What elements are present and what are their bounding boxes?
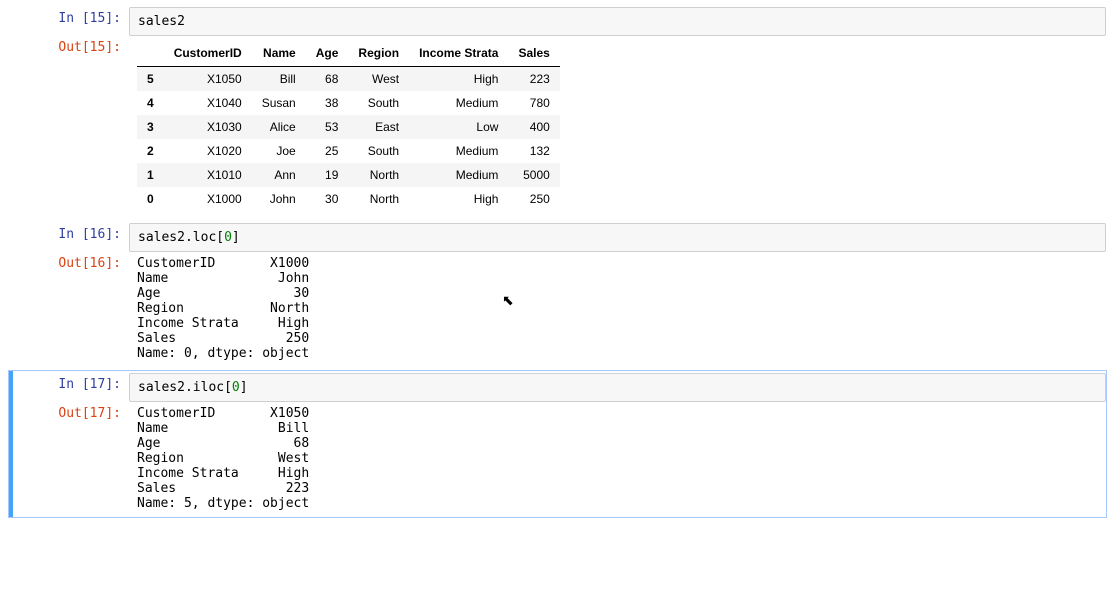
cell: South (348, 91, 409, 115)
cell: 25 (306, 139, 349, 163)
output-row: Out[17]: CustomerID X1050 Name Bill Age … (9, 402, 1106, 515)
cell: X1020 (164, 139, 252, 163)
cell: South (348, 139, 409, 163)
code-text: sales2 (138, 14, 185, 29)
cell: 38 (306, 91, 349, 115)
input-row: In [16]: sales2.loc[0] (9, 223, 1106, 252)
in-prompt: In [17]: (9, 373, 129, 396)
cell: 30 (306, 187, 349, 211)
table-row: 3 X1030 Alice 53 East Low 400 (137, 115, 560, 139)
out-prompt: Out[16]: (9, 252, 129, 275)
cell: X1000 (164, 187, 252, 211)
cell: 53 (306, 115, 349, 139)
code-input[interactable]: sales2.loc[0] (129, 223, 1106, 252)
table-header: CustomerID (164, 40, 252, 67)
cell: John (252, 187, 306, 211)
cell: 132 (508, 139, 559, 163)
cell: High (409, 67, 508, 92)
text-output: CustomerID X1000 Name John Age 30 Region… (129, 252, 1106, 365)
cell: Low (409, 115, 508, 139)
table-row: 0 X1000 John 30 North High 250 (137, 187, 560, 211)
cell: West (348, 67, 409, 92)
table-row: 4 X1040 Susan 38 South Medium 780 (137, 91, 560, 115)
cell: 400 (508, 115, 559, 139)
output-row: Out[15]: CustomerID Name Age Region Inco… (9, 36, 1106, 215)
in-prompt: In [15]: (9, 7, 129, 30)
row-index: 2 (137, 139, 164, 163)
table-header: Income Strata (409, 40, 508, 67)
cell: Ann (252, 163, 306, 187)
table-row: 2 X1020 Joe 25 South Medium 132 (137, 139, 560, 163)
out-prompt: Out[17]: (9, 402, 129, 425)
code-text: sales2.iloc[ (138, 380, 232, 395)
cell-16[interactable]: In [16]: sales2.loc[0] Out[16]: Customer… (8, 220, 1107, 368)
table-header-row: CustomerID Name Age Region Income Strata… (137, 40, 560, 67)
cell: North (348, 163, 409, 187)
code-text: ] (232, 230, 240, 245)
in-prompt: In [16]: (9, 223, 129, 246)
cell: Medium (409, 163, 508, 187)
code-text: sales2.loc[ (138, 230, 224, 245)
cell: High (409, 187, 508, 211)
row-index: 1 (137, 163, 164, 187)
text-output: CustomerID X1050 Name Bill Age 68 Region… (129, 402, 1106, 515)
code-number: 0 (232, 380, 240, 395)
table-row: 5 X1050 Bill 68 West High 223 (137, 67, 560, 92)
cell: Joe (252, 139, 306, 163)
cell-15[interactable]: In [15]: sales2 Out[15]: CustomerID Name… (8, 4, 1107, 218)
row-index: 0 (137, 187, 164, 211)
cell: Medium (409, 91, 508, 115)
cell: 223 (508, 67, 559, 92)
code-input[interactable]: sales2.iloc[0] (129, 373, 1106, 402)
cell: Bill (252, 67, 306, 92)
cell: 250 (508, 187, 559, 211)
cell: North (348, 187, 409, 211)
cell: 780 (508, 91, 559, 115)
out-prompt: Out[15]: (9, 36, 129, 59)
cell: Alice (252, 115, 306, 139)
table-header: Name (252, 40, 306, 67)
cell: X1040 (164, 91, 252, 115)
table-header: Sales (508, 40, 559, 67)
cell: 19 (306, 163, 349, 187)
row-index: 5 (137, 67, 164, 92)
jupyter-notebook: In [15]: sales2 Out[15]: CustomerID Name… (0, 0, 1115, 540)
cell: Susan (252, 91, 306, 115)
table-row: 1 X1010 Ann 19 North Medium 5000 (137, 163, 560, 187)
code-text: ] (240, 380, 248, 395)
code-input[interactable]: sales2 (129, 7, 1106, 36)
dataframe-table: CustomerID Name Age Region Income Strata… (137, 40, 560, 211)
table-header: Region (348, 40, 409, 67)
cell: East (348, 115, 409, 139)
code-number: 0 (224, 230, 232, 245)
row-index: 3 (137, 115, 164, 139)
cell: 5000 (508, 163, 559, 187)
cell: Medium (409, 139, 508, 163)
input-row: In [15]: sales2 (9, 7, 1106, 36)
cell: X1050 (164, 67, 252, 92)
cell: X1030 (164, 115, 252, 139)
cell: 68 (306, 67, 349, 92)
dataframe-output: CustomerID Name Age Region Income Strata… (129, 36, 1106, 215)
output-row: Out[16]: CustomerID X1000 Name John Age … (9, 252, 1106, 365)
cell-17[interactable]: In [17]: sales2.iloc[0] Out[17]: Custome… (8, 370, 1107, 518)
table-header: Age (306, 40, 349, 67)
input-row: In [17]: sales2.iloc[0] (9, 373, 1106, 402)
table-header (137, 40, 164, 67)
cell: X1010 (164, 163, 252, 187)
row-index: 4 (137, 91, 164, 115)
